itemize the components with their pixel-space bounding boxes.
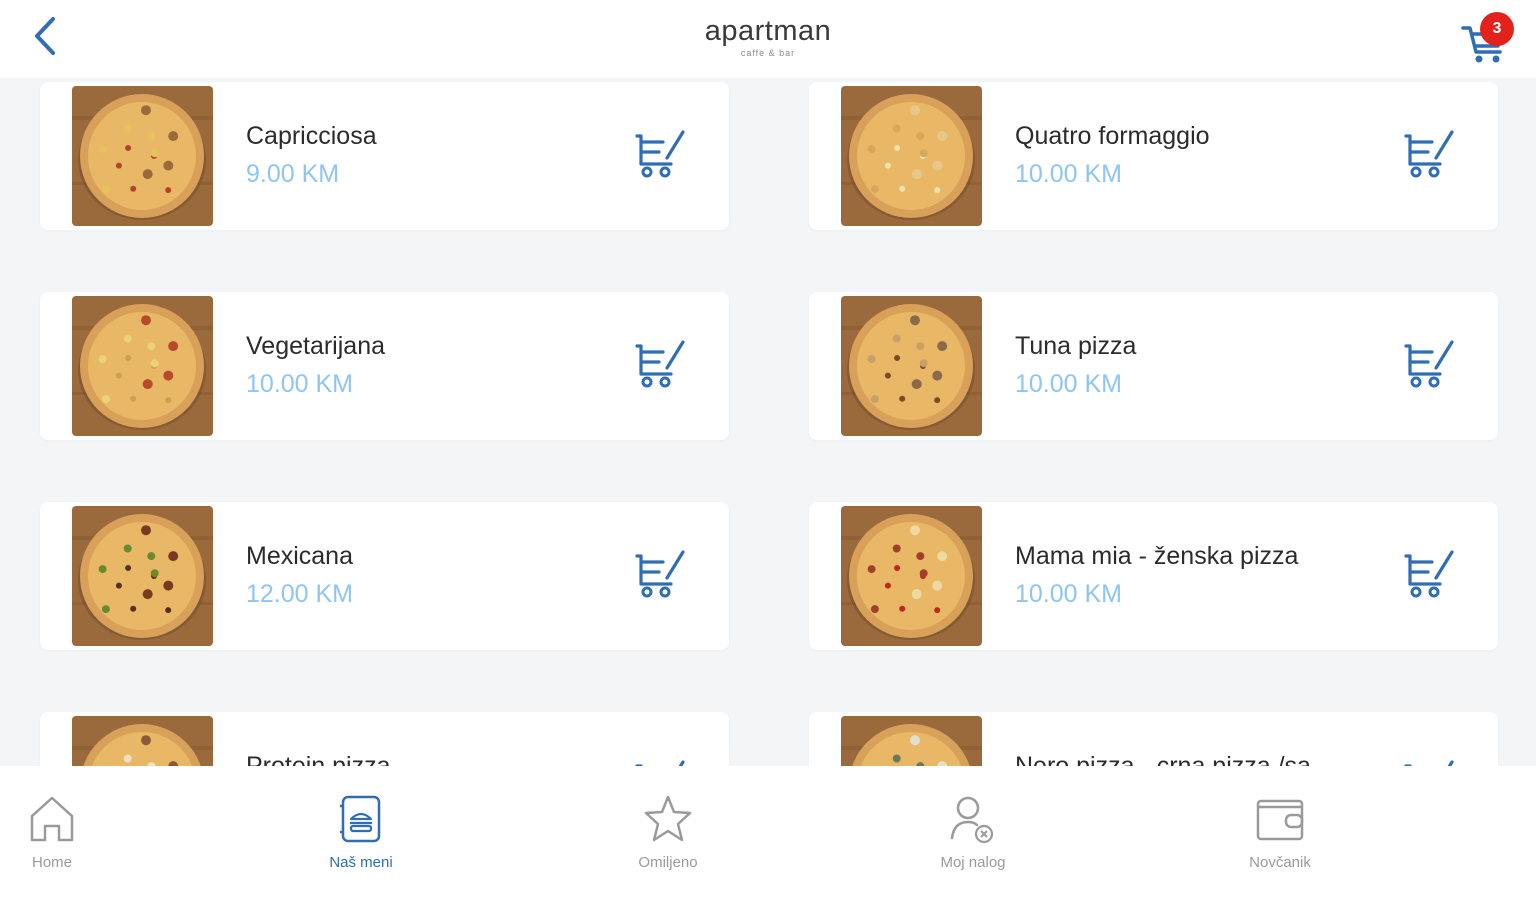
product-card[interactable]: Protein pizza	[40, 712, 729, 766]
product-name: Mama mia - ženska pizza	[1015, 542, 1299, 570]
logo-subtext: caffe & bar	[740, 48, 796, 58]
add-to-cart-icon	[635, 550, 685, 598]
product-image	[72, 86, 213, 226]
add-to-cart-icon	[635, 760, 685, 766]
nav-item-wallet[interactable]: Novčanik	[1220, 792, 1340, 871]
product-image	[72, 506, 213, 646]
logo-text: apartman	[704, 15, 832, 47]
product-name: Mexicana	[246, 542, 353, 570]
add-to-cart-button[interactable]	[633, 548, 689, 600]
star-icon	[644, 795, 692, 842]
add-to-cart-button[interactable]	[633, 338, 689, 390]
nav-label-favorites: Omiljeno	[638, 854, 698, 871]
product-image	[841, 86, 982, 226]
nav-item-favorites[interactable]: Omiljeno	[608, 792, 728, 871]
nav-item-menu[interactable]: Naš meni	[301, 792, 421, 871]
add-to-cart-button[interactable]	[633, 758, 689, 766]
app-root: apartman caffe & bar 3 Capricciosa 9.00 K…	[0, 0, 1536, 900]
product-card[interactable]: Quatro formaggio 10.00 KM	[809, 82, 1498, 230]
brand-logo: apartman caffe & bar	[0, 16, 1536, 58]
bottom-navigation: Home Naš meni Omiljeno Moj nalog Novčani…	[0, 766, 1536, 900]
add-to-cart-button[interactable]	[633, 128, 689, 180]
product-card[interactable]: Nero pizza - crna pizza /sa	[809, 712, 1498, 766]
product-image	[841, 296, 982, 436]
home-icon	[30, 796, 74, 842]
product-card[interactable]: Capricciosa 9.00 KM	[40, 82, 729, 230]
user-icon	[950, 796, 994, 844]
product-image	[841, 716, 982, 766]
add-to-cart-button[interactable]	[1402, 128, 1458, 180]
wallet-icon	[1256, 799, 1304, 841]
add-to-cart-icon	[635, 340, 685, 388]
menu-icon	[340, 795, 381, 843]
cart-count-badge: 3	[1480, 12, 1514, 46]
add-to-cart-icon	[635, 130, 685, 178]
product-card[interactable]: Tuna pizza 10.00 KM	[809, 292, 1498, 440]
top-bar: apartman caffe & bar 3	[0, 0, 1536, 78]
product-image	[72, 716, 213, 766]
cart-button[interactable]: 3	[1460, 10, 1516, 66]
nav-item-home[interactable]: Home	[0, 792, 112, 871]
nav-label-menu: Naš meni	[329, 854, 393, 871]
add-to-cart-icon	[1404, 550, 1454, 598]
product-price: 10.00 KM	[1015, 160, 1123, 188]
product-grid: Capricciosa 9.00 KM Quatro formaggio 10.00 …	[40, 82, 1498, 766]
product-name: Nero pizza - crna pizza /sa	[1015, 752, 1311, 766]
product-price: 9.00 KM	[246, 160, 340, 188]
product-card[interactable]: Mama mia - ženska pizza 10.00 KM	[809, 502, 1498, 650]
product-price: 12.00 KM	[246, 580, 354, 608]
product-image	[72, 296, 213, 436]
add-to-cart-button[interactable]	[1402, 338, 1458, 390]
nav-label-account: Moj nalog	[940, 854, 1006, 871]
product-name: Capricciosa	[246, 122, 377, 150]
nav-label-wallet: Novčanik	[1249, 854, 1311, 871]
nav-label-home: Home	[31, 854, 72, 871]
product-card[interactable]: Mexicana 12.00 KM	[40, 502, 729, 650]
product-name: Protein pizza	[246, 752, 391, 766]
add-to-cart-icon	[1404, 760, 1454, 766]
product-name: Quatro formaggio	[1015, 122, 1210, 150]
product-price: 10.00 KM	[1015, 580, 1123, 608]
product-card[interactable]: Vegetarijana 10.00 KM	[40, 292, 729, 440]
add-to-cart-button[interactable]	[1402, 548, 1458, 600]
product-name: Vegetarijana	[246, 332, 386, 360]
nav-item-account[interactable]: Moj nalog	[913, 792, 1033, 871]
product-image	[841, 506, 982, 646]
product-price: 10.00 KM	[246, 370, 354, 398]
product-list: Capricciosa 9.00 KM Quatro formaggio 10.00 …	[0, 78, 1536, 766]
add-to-cart-icon	[1404, 340, 1454, 388]
product-price: 10.00 KM	[1015, 370, 1123, 398]
product-name: Tuna pizza	[1015, 332, 1137, 360]
add-to-cart-icon	[1404, 130, 1454, 178]
add-to-cart-button[interactable]	[1402, 758, 1458, 766]
